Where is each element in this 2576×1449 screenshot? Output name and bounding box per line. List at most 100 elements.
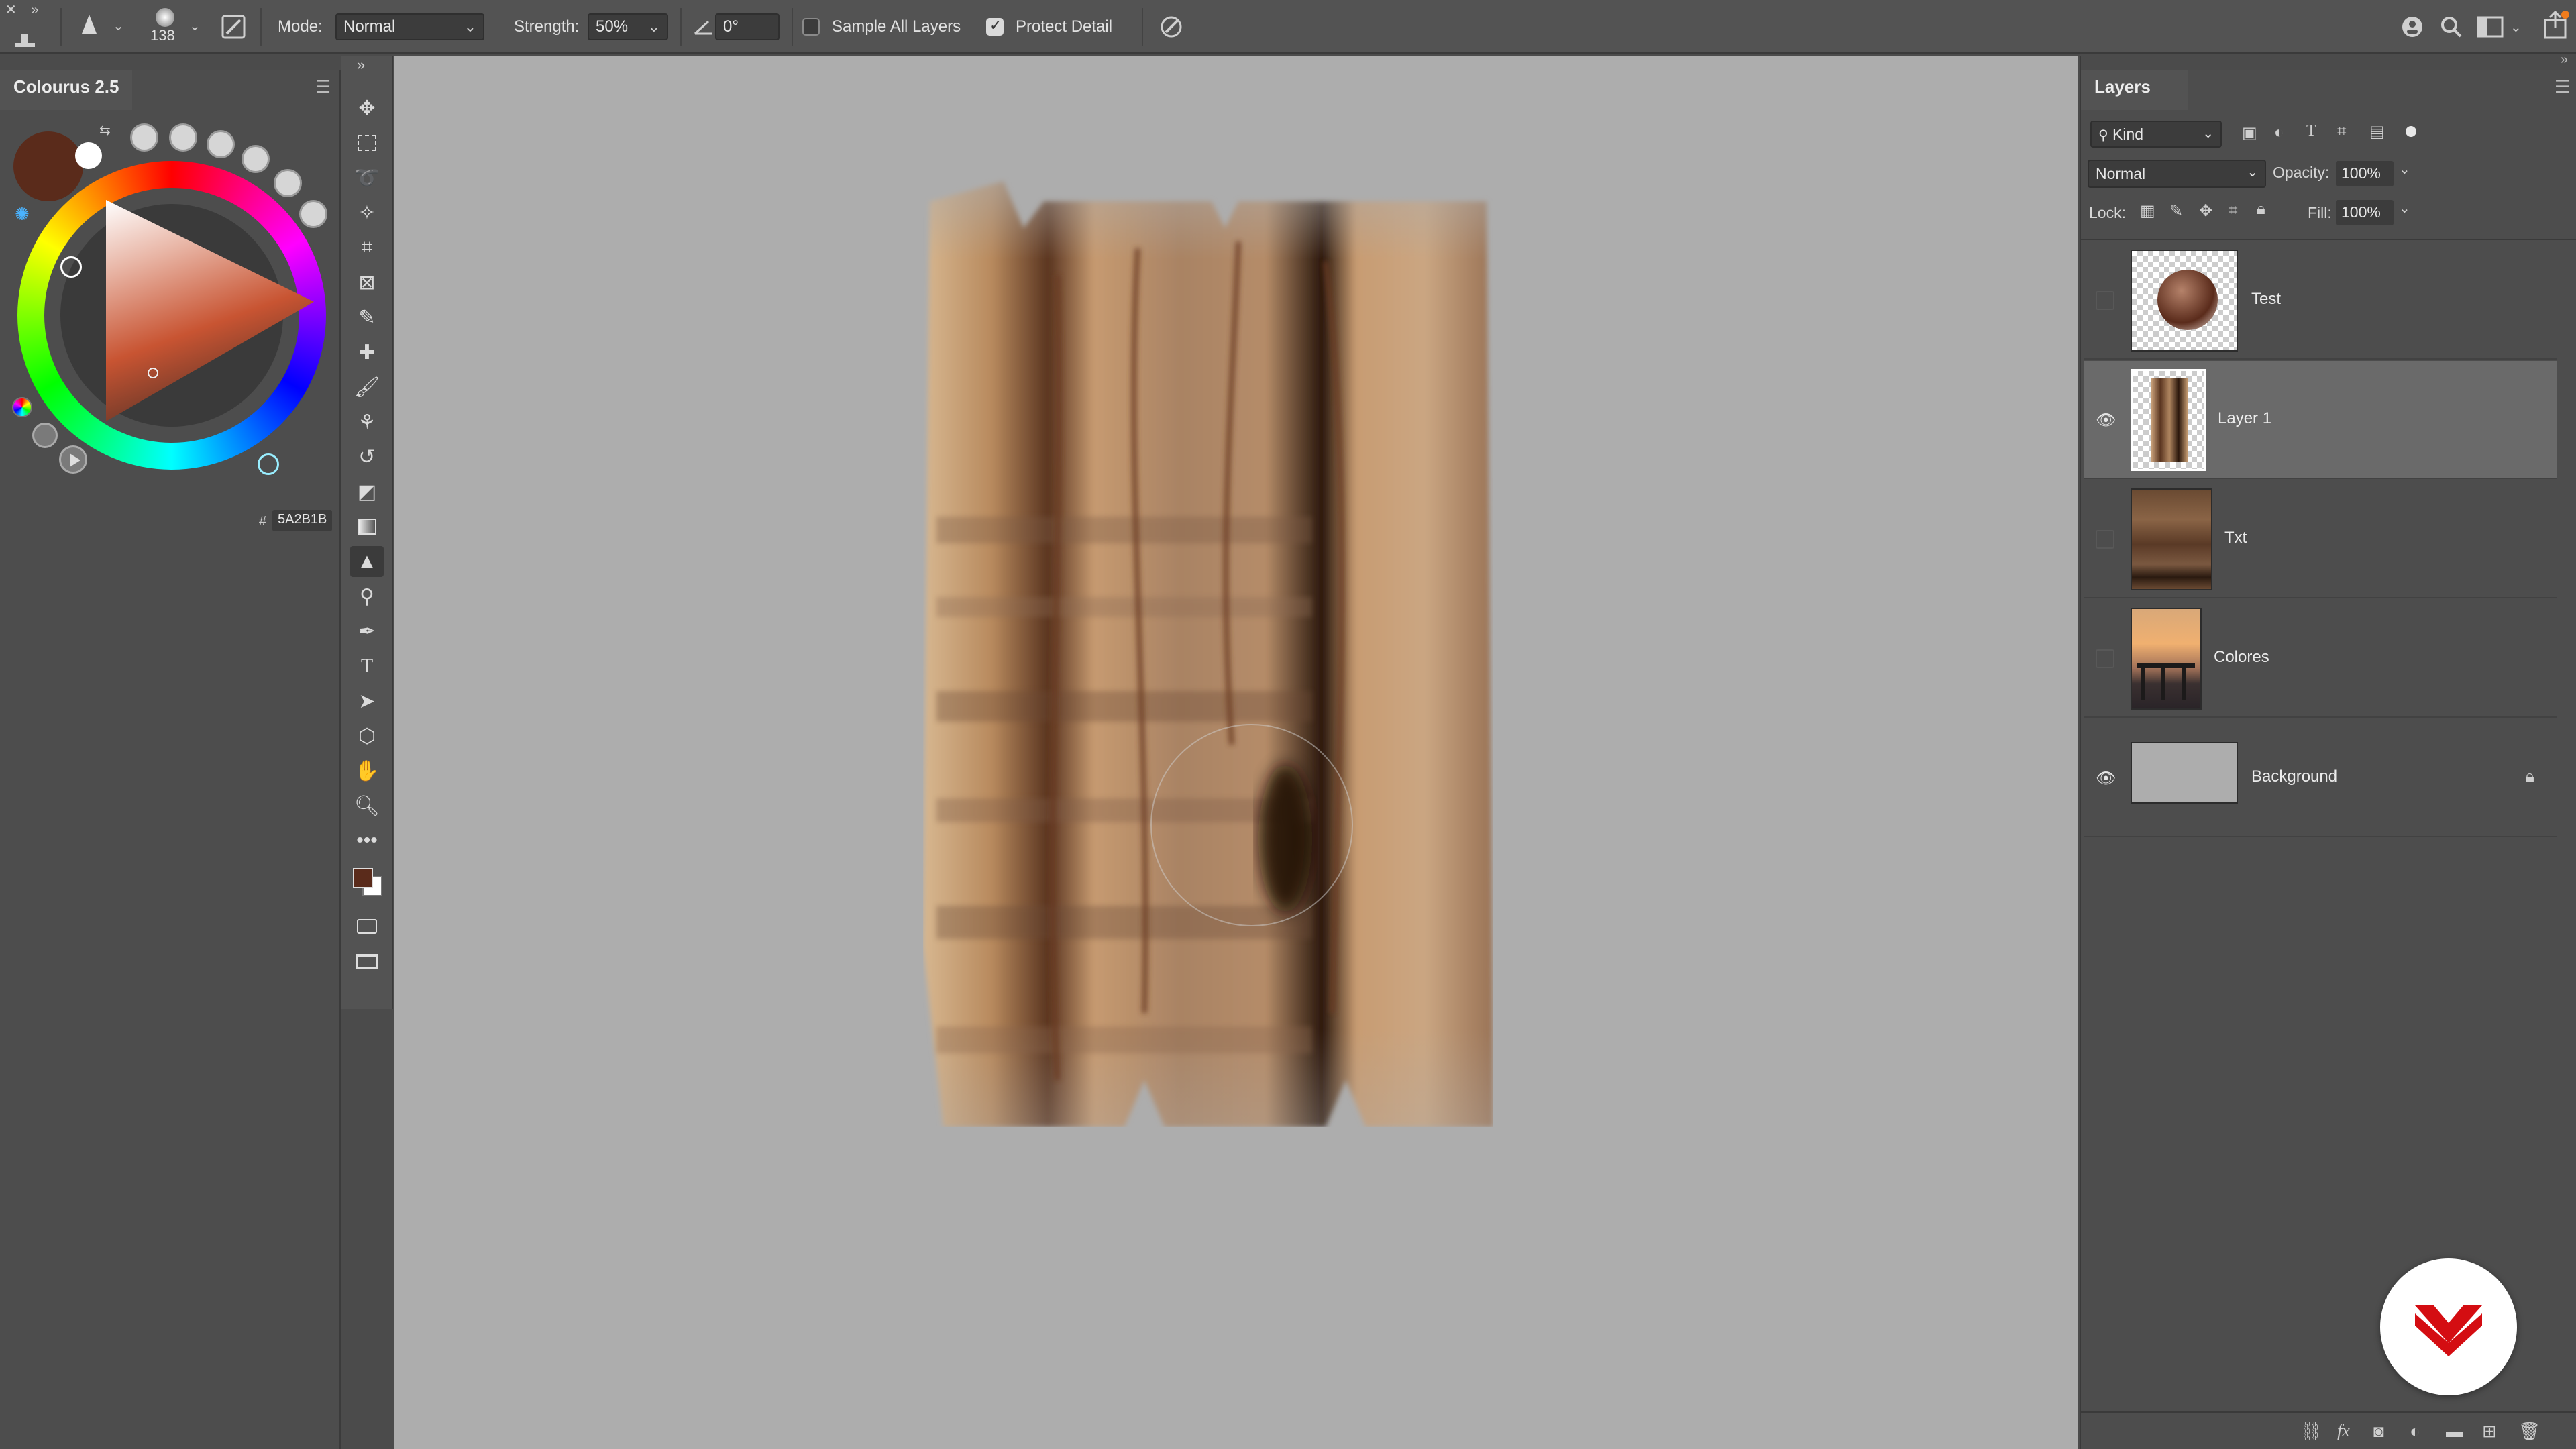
gradient-tool-icon[interactable] (350, 511, 384, 542)
filter-toggle-icon[interactable] (2406, 126, 2416, 137)
collapse-panel-icon[interactable]: » (2561, 52, 2568, 68)
type-tool-icon[interactable]: T (350, 651, 384, 682)
smudge-tool-icon[interactable] (79, 13, 99, 36)
preset-dial-icon[interactable] (130, 123, 158, 152)
filter-shape-icon[interactable]: ⌗ (2337, 122, 2347, 141)
move-tool-icon[interactable]: ✥ (350, 93, 384, 123)
share-icon[interactable] (2542, 11, 2569, 39)
expand-toolbar-icon[interactable]: » (357, 56, 365, 74)
foreground-swatch[interactable] (13, 131, 83, 201)
smudged-wood-artwork[interactable] (923, 141, 1493, 1127)
eye-icon[interactable]: 👁︎ (2096, 769, 2116, 788)
layer-name[interactable]: Colores (2214, 648, 2269, 667)
adjustment-layer-icon[interactable]: ◐ (2410, 1421, 2420, 1442)
chevron-down-icon[interactable]: ⌄ (113, 16, 124, 36)
brush-size-value[interactable]: 138 (150, 25, 175, 46)
marquee-tool-icon[interactable] (350, 127, 384, 158)
angle-input[interactable]: 0° (715, 13, 780, 40)
eyedropper-tool-icon[interactable]: ✎ (350, 302, 384, 333)
hex-color-value[interactable]: 5A2B1B (272, 510, 333, 531)
magic-wand-tool-icon[interactable]: ✧ (350, 197, 384, 228)
filter-smart-object-icon[interactable]: ▤ (2369, 122, 2385, 142)
chevron-down-icon[interactable]: ⌄ (189, 16, 201, 36)
lasso-tool-icon[interactable]: ➰ (350, 162, 384, 193)
smudge-tool-icon[interactable]: ▲ (350, 546, 384, 577)
layer-row[interactable]: 👁︎ Background 🔒︎ (2084, 719, 2557, 837)
history-dial-icon[interactable] (32, 423, 58, 448)
layer-name[interactable]: Layer 1 (2218, 409, 2271, 428)
new-layer-icon[interactable]: ⊞ (2482, 1421, 2497, 1442)
tool-preset-icon[interactable] (13, 32, 36, 48)
mode-select[interactable]: Normal ⌄ (335, 13, 484, 40)
trash-icon[interactable]: 🗑︎ (2518, 1421, 2540, 1442)
layers-title[interactable]: Layers (2081, 70, 2188, 110)
eraser-tool-icon[interactable]: ◩ (350, 476, 384, 507)
preset-dial-icon[interactable] (169, 123, 197, 152)
document-canvas[interactable] (394, 56, 2078, 1449)
lock-transparent-icon[interactable]: ▦ (2140, 201, 2155, 221)
lock-pixels-icon[interactable]: ✎ (2169, 201, 2183, 221)
color-swatches[interactable] (350, 861, 384, 896)
swap-colors-icon[interactable]: ⇆ (99, 122, 111, 139)
screen-mode-icon[interactable] (350, 946, 384, 977)
layer-name[interactable]: Txt (2224, 529, 2247, 547)
layer-row[interactable]: Txt (2084, 480, 2557, 598)
layer-name[interactable]: Test (2251, 290, 2281, 309)
protect-detail-checkbox[interactable] (986, 17, 1004, 36)
clone-stamp-tool-icon[interactable]: ⚘ (350, 407, 384, 437)
layer-style-icon[interactable]: fx (2337, 1421, 2350, 1441)
harmony-handle[interactable] (258, 453, 279, 475)
workspace-icon[interactable] (2477, 16, 2504, 38)
brush-settings-icon[interactable] (221, 15, 246, 39)
link-layers-icon[interactable]: ⛓ (2300, 1421, 2322, 1442)
foreground-color-swatch[interactable] (353, 868, 373, 888)
history-brush-tool-icon[interactable]: ↺ (350, 441, 384, 472)
search-icon[interactable] (2439, 15, 2463, 39)
frame-tool-icon[interactable]: ⊠ (350, 267, 384, 298)
hue-handle[interactable] (60, 256, 82, 278)
path-select-tool-icon[interactable]: ➤ (350, 686, 384, 716)
chevron-down-icon[interactable]: ⌄ (2399, 200, 2410, 217)
filter-pixel-icon[interactable]: ▣ (2242, 123, 2257, 143)
preset-dial-icon[interactable] (241, 145, 270, 173)
visibility-toggle[interactable] (2096, 649, 2114, 668)
colourus-title[interactable]: Colourus 2.5 (0, 70, 133, 110)
learn-icon[interactable] (2400, 15, 2424, 39)
lock-artboard-icon[interactable]: ⌗ (2229, 201, 2238, 220)
zoom-tool-icon[interactable]: 🔍︎ (350, 790, 384, 821)
opacity-input[interactable]: 100% (2336, 161, 2394, 186)
new-group-icon[interactable]: ▬ (2446, 1421, 2463, 1442)
layer-row[interactable]: Colores (2084, 600, 2557, 718)
panel-collapse-arrows[interactable]: ✕ » (5, 1, 44, 18)
play-icon[interactable] (59, 445, 87, 474)
fill-input[interactable]: 100% (2336, 200, 2394, 225)
more-tools-icon[interactable]: ••• (350, 825, 384, 856)
layer-row[interactable]: Test (2084, 241, 2557, 360)
panel-menu-icon[interactable]: ☰ (315, 76, 331, 97)
layer-row[interactable]: 👁︎ Layer 1 (2084, 361, 2557, 479)
preset-dial-icon[interactable] (274, 169, 302, 197)
settings-sun-icon[interactable]: ✺ (15, 204, 30, 225)
brush-preset-icon[interactable] (156, 8, 174, 27)
filter-type-icon[interactable]: T (2306, 122, 2316, 140)
preset-dial-icon[interactable] (299, 200, 327, 228)
healing-tool-icon[interactable]: ✚ (350, 337, 384, 368)
color-picker-marker[interactable] (148, 368, 158, 378)
visibility-toggle[interactable] (2096, 291, 2114, 310)
strength-input[interactable]: 50% ⌄ (588, 13, 668, 40)
brush-tool-icon[interactable]: 🖌︎ (350, 372, 384, 402)
crop-tool-icon[interactable]: ⌗ (350, 232, 384, 263)
visibility-toggle[interactable] (2096, 530, 2114, 549)
filter-adjustment-icon[interactable]: ◐ (2274, 123, 2284, 142)
layer-filter-select[interactable]: ⚲ Kind ⌄ (2090, 121, 2222, 148)
panel-menu-icon[interactable]: ☰ (2555, 76, 2570, 97)
pressure-icon[interactable] (1159, 15, 1183, 39)
layer-name[interactable]: Background (2251, 767, 2337, 786)
add-mask-icon[interactable]: ◙ (2373, 1421, 2384, 1442)
lock-position-icon[interactable]: ✥ (2199, 201, 2212, 221)
pen-tool-icon[interactable]: ✒ (350, 616, 384, 647)
preset-dial-icon[interactable] (207, 130, 235, 158)
quick-mask-icon[interactable] (350, 911, 384, 942)
dodge-tool-icon[interactable]: ⚲ (350, 581, 384, 612)
sample-all-layers-checkbox[interactable] (802, 18, 820, 36)
